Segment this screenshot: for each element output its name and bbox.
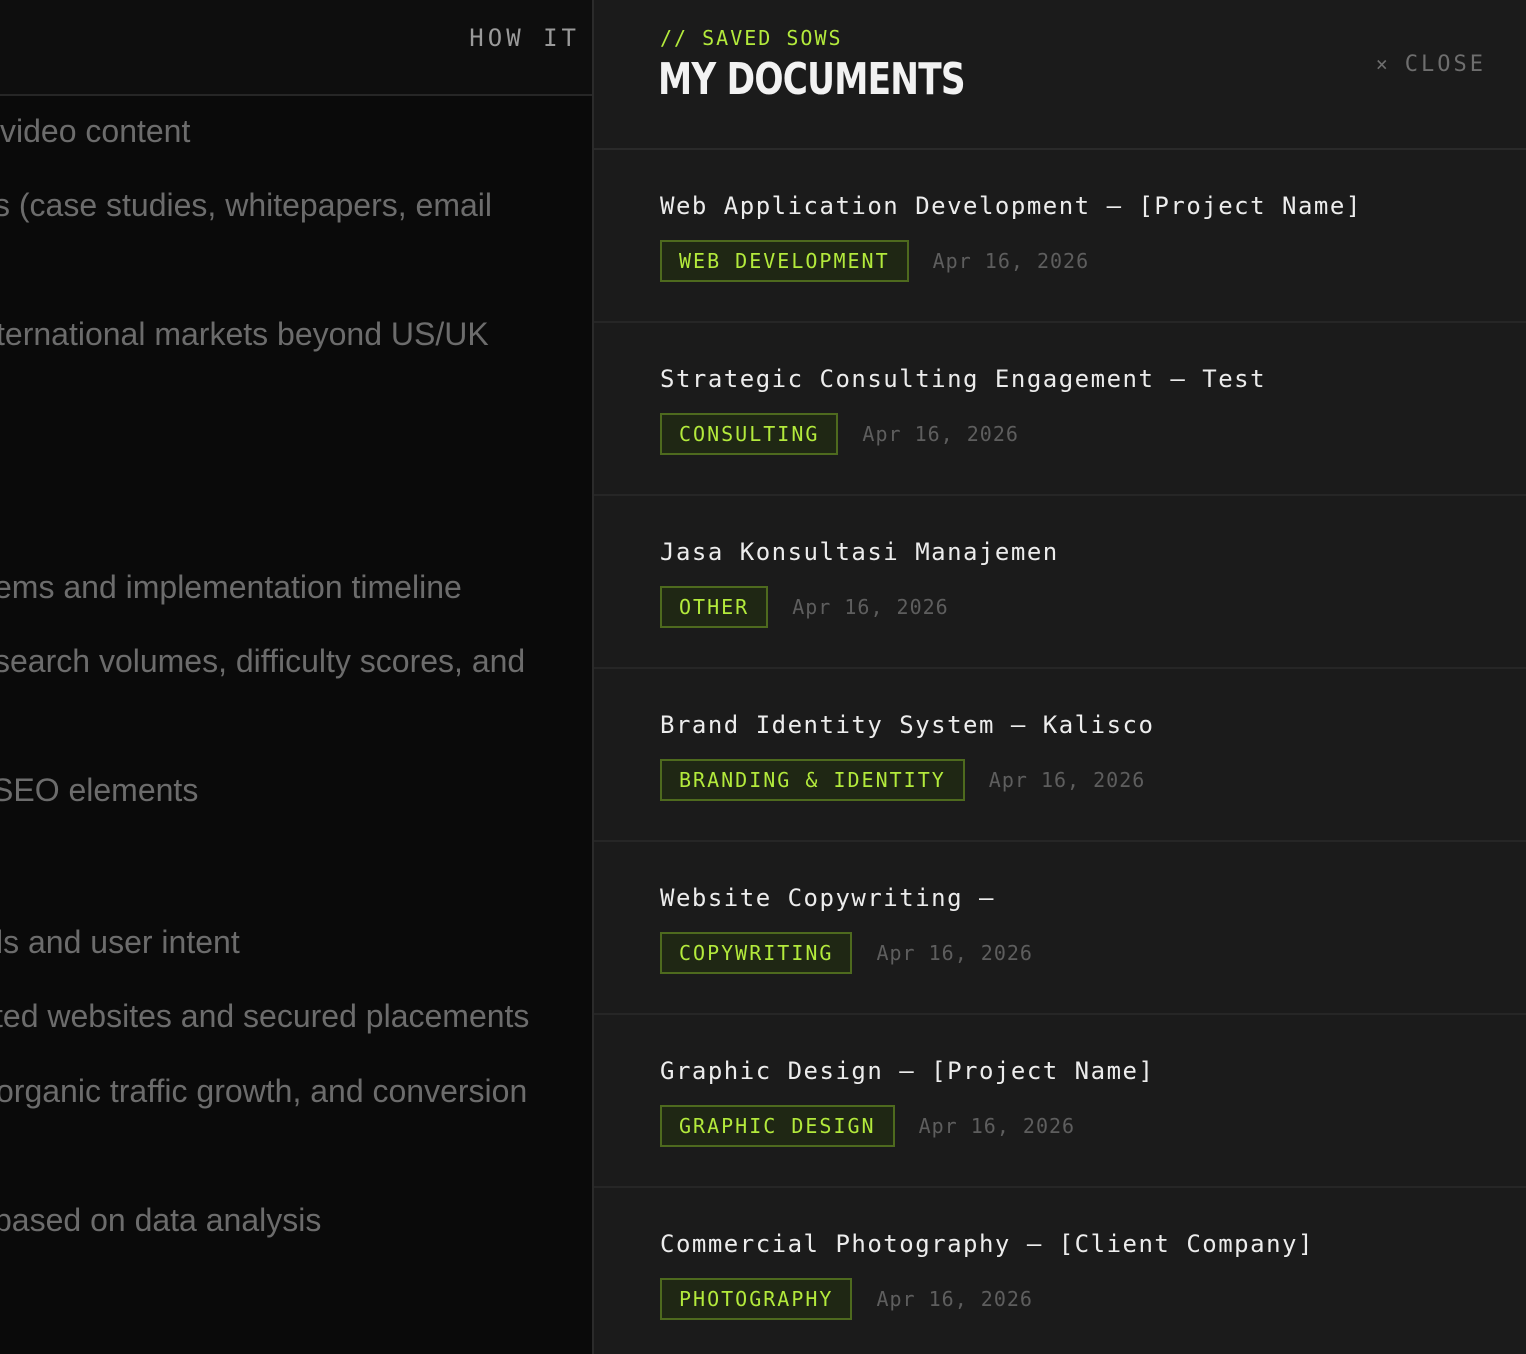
category-tag: OTHER bbox=[660, 586, 769, 628]
category-tag: WEB DEVELOPMENT bbox=[660, 240, 909, 282]
background-text-line: s (case studies, whitepapers, email bbox=[0, 187, 492, 223]
category-tag: CONSULTING bbox=[660, 413, 839, 455]
drawer-eyebrow: // SAVED SOWS bbox=[660, 26, 843, 50]
document-meta: PHOTOGRAPHY Apr 16, 2026 bbox=[660, 1278, 1033, 1320]
background-text-line: ternational markets beyond US/UK bbox=[0, 316, 489, 352]
document-meta: CONSULTING Apr 16, 2026 bbox=[660, 413, 1019, 455]
category-tag: PHOTOGRAPHY bbox=[660, 1278, 853, 1320]
document-meta: WEB DEVELOPMENT Apr 16, 2026 bbox=[660, 240, 1089, 282]
close-button[interactable]: × CLOSE bbox=[1376, 52, 1486, 77]
category-tag: BRANDING & IDENTITY bbox=[660, 759, 965, 801]
document-title: Graphic Design — [Project Name] bbox=[660, 1057, 1155, 1085]
close-icon: × bbox=[1375, 52, 1391, 76]
background-text-line: organic traffic growth, and conversion bbox=[0, 1073, 528, 1109]
document-item[interactable]: Website Copywriting — COPYWRITING Apr 16… bbox=[594, 842, 1526, 1015]
document-meta: GRAPHIC DESIGN Apr 16, 2026 bbox=[660, 1105, 1075, 1147]
document-item[interactable]: Strategic Consulting Engagement — Test C… bbox=[594, 323, 1526, 496]
background-text-line: search volumes, difficulty scores, and bbox=[0, 643, 526, 679]
category-tag: COPYWRITING bbox=[660, 932, 853, 974]
document-title: Commercial Photography — [Client Company… bbox=[660, 1230, 1314, 1258]
document-list: Web Application Development — [Project N… bbox=[594, 150, 1526, 1354]
saved-documents-drawer: // SAVED SOWS MY DOCUMENTS × CLOSE Web Ap… bbox=[592, 0, 1526, 1354]
document-title: Website Copywriting — bbox=[660, 884, 995, 912]
document-item[interactable]: Commercial Photography — [Client Company… bbox=[594, 1188, 1526, 1354]
background-text-line: ls and user intent bbox=[0, 924, 240, 960]
document-date: Apr 16, 2026 bbox=[988, 768, 1146, 792]
background-text-line: ems and implementation timeline bbox=[0, 569, 462, 605]
document-meta: OTHER Apr 16, 2026 bbox=[660, 586, 949, 628]
nav-link-how-it-works[interactable]: HOW IT bbox=[469, 24, 580, 52]
document-title: Jasa Konsultasi Manajemen bbox=[660, 538, 1059, 566]
document-meta: BRANDING & IDENTITY Apr 16, 2026 bbox=[660, 759, 1145, 801]
background-text-line: ted websites and secured placements bbox=[0, 998, 530, 1034]
drawer-header: // SAVED SOWS MY DOCUMENTS × CLOSE bbox=[594, 0, 1526, 150]
background-header: HOW IT bbox=[0, 0, 594, 96]
document-date: Apr 16, 2026 bbox=[792, 595, 949, 619]
background-text-line: video content bbox=[0, 113, 191, 149]
background-text-line: SEO elements bbox=[0, 772, 199, 808]
document-date: Apr 16, 2026 bbox=[932, 249, 1090, 273]
document-item[interactable]: Graphic Design — [Project Name] GRAPHIC … bbox=[594, 1015, 1526, 1188]
document-item[interactable]: Brand Identity System — Kalisco BRANDING… bbox=[594, 669, 1526, 842]
document-title: Brand Identity System — Kalisco bbox=[660, 711, 1155, 739]
background-page: HOW IT video content s (case studies, wh… bbox=[0, 0, 594, 1354]
drawer-title: MY DOCUMENTS bbox=[658, 54, 966, 105]
document-meta: COPYWRITING Apr 16, 2026 bbox=[660, 932, 1033, 974]
background-text-line: based on data analysis bbox=[0, 1202, 322, 1238]
document-date: Apr 16, 2026 bbox=[876, 1287, 1033, 1311]
category-tag: GRAPHIC DESIGN bbox=[660, 1105, 895, 1147]
document-title: Web Application Development — [Project N… bbox=[660, 192, 1362, 220]
document-title: Strategic Consulting Engagement — Test bbox=[660, 365, 1267, 393]
document-item[interactable]: Jasa Konsultasi Manajemen OTHER Apr 16, … bbox=[594, 496, 1526, 669]
document-date: Apr 16, 2026 bbox=[862, 422, 1019, 446]
document-date: Apr 16, 2026 bbox=[918, 1114, 1076, 1138]
close-label: CLOSE bbox=[1404, 52, 1486, 77]
document-date: Apr 16, 2026 bbox=[876, 941, 1033, 965]
document-item[interactable]: Web Application Development — [Project N… bbox=[594, 150, 1526, 323]
